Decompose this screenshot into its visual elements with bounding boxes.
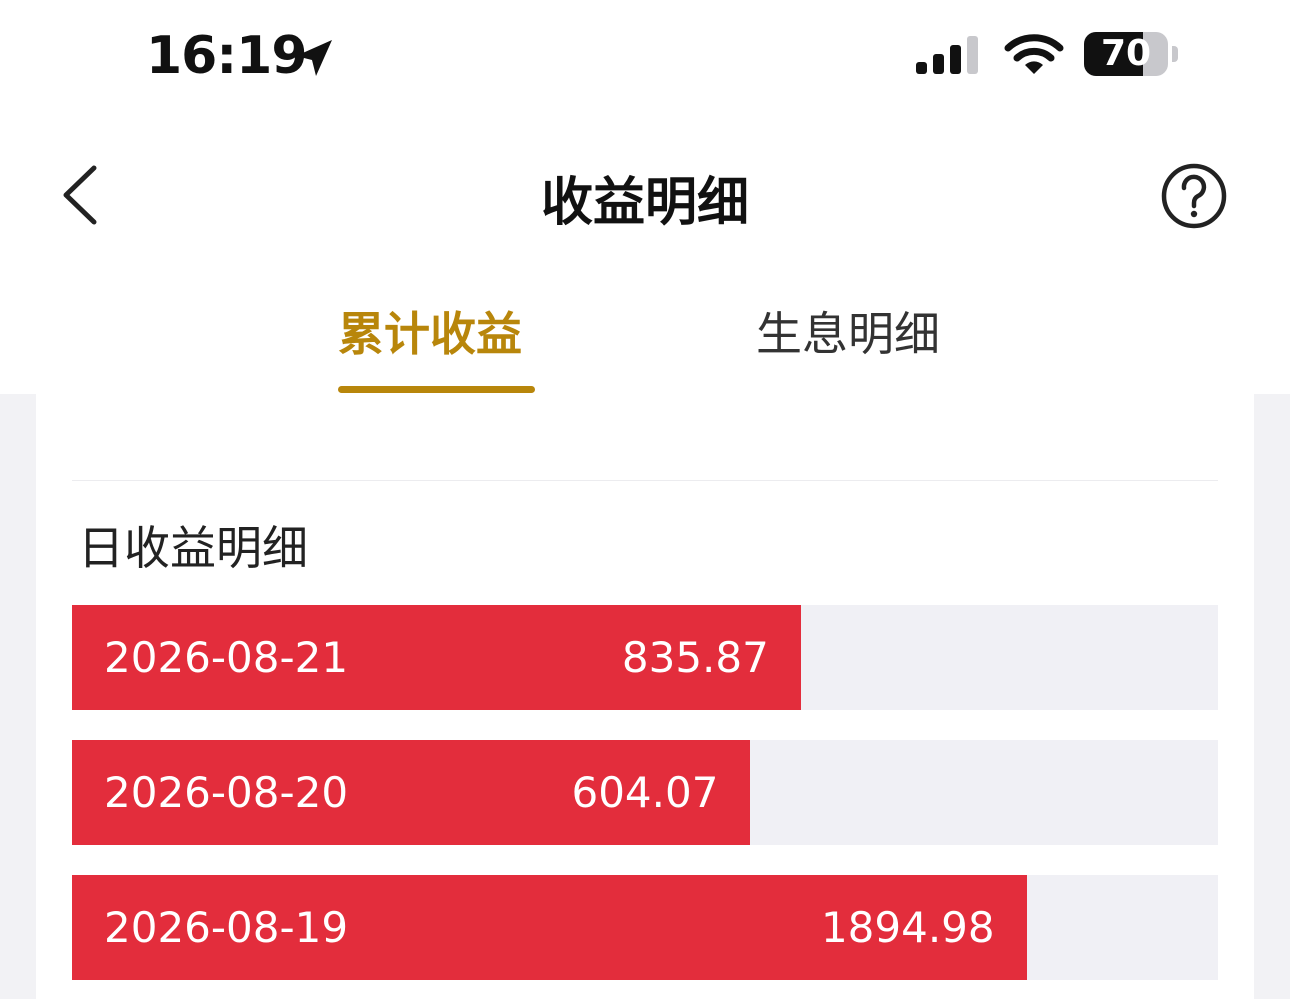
active-tab-indicator <box>338 386 535 393</box>
earning-row[interactable]: 2026-08-20 604.07 <box>72 740 1218 845</box>
status-bar: 16:19 70 <box>0 0 1290 110</box>
earning-row[interactable]: 2026-08-21 835.87 <box>72 605 1218 710</box>
section-title: 日收益明细 <box>78 521 308 575</box>
help-question-icon[interactable] <box>1160 162 1228 230</box>
daily-earnings-card: 日收益明细 2026-08-21 835.87 2026-08-20 604.0… <box>36 394 1254 999</box>
wifi-icon <box>1004 34 1064 74</box>
earning-value: 835.87 <box>621 633 769 682</box>
earning-date: 2026-08-20 <box>104 768 349 817</box>
battery-percent: 70 <box>1100 33 1152 74</box>
page-title: 收益明细 <box>540 173 749 233</box>
tab-cumulative-earnings[interactable]: 累计收益 <box>338 298 522 364</box>
earning-date: 2026-08-21 <box>104 633 349 682</box>
earning-date: 2026-08-19 <box>104 903 349 952</box>
battery-indicator: 70 <box>1084 32 1180 78</box>
battery-body: 70 <box>1084 32 1168 76</box>
cellular-signal-icon <box>916 36 978 74</box>
location-arrow-icon <box>296 40 332 76</box>
status-time: 16:19 <box>146 26 308 86</box>
earning-row[interactable]: 2026-08-19 1894.98 <box>72 875 1218 980</box>
tab-interest-details[interactable]: 生息明细 <box>756 298 940 364</box>
earning-value: 1894.98 <box>820 903 995 952</box>
battery-cap <box>1172 46 1178 62</box>
earning-value: 604.07 <box>571 768 719 817</box>
divider <box>72 480 1218 481</box>
